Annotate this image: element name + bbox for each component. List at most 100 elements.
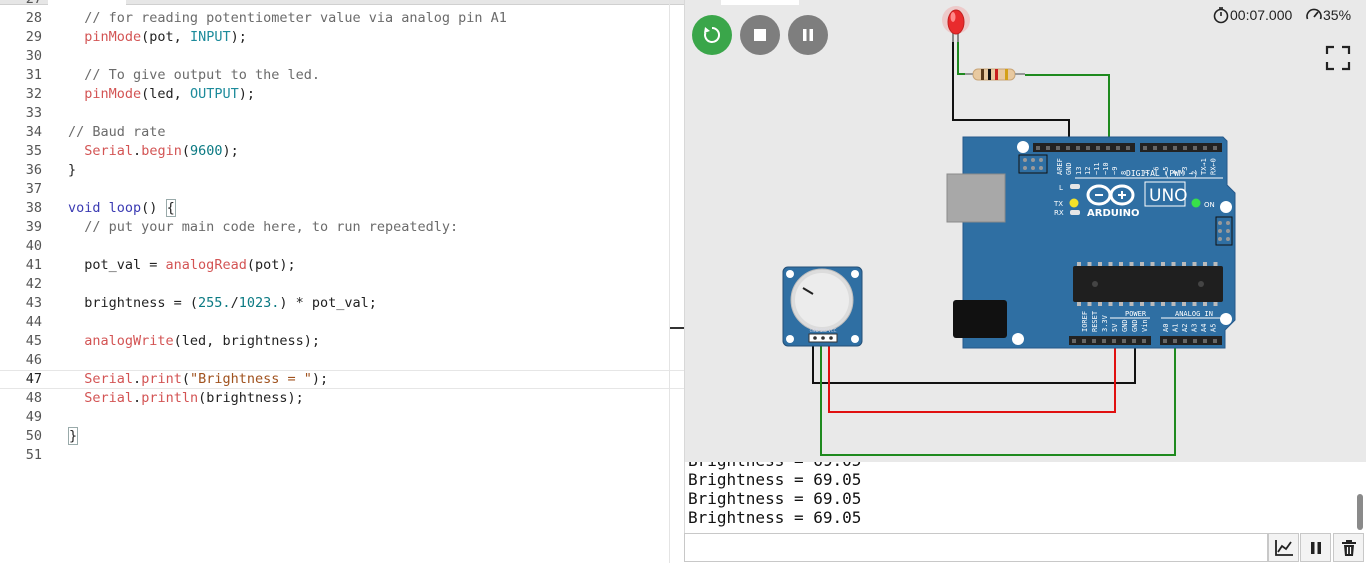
serial-line: Brightness = 69.05	[688, 470, 862, 489]
line-number: 48	[25, 390, 42, 406]
power-pin-label: 3.3V	[1101, 314, 1109, 332]
header-pin[interactable]	[1072, 339, 1076, 343]
code-line[interactable]: 27	[0, 0, 684, 9]
code-line[interactable]: 38 void loop() {	[0, 199, 684, 218]
code-line[interactable]: 44	[0, 313, 684, 332]
restart-icon	[704, 26, 721, 43]
header-pin[interactable]	[1213, 146, 1217, 150]
l-led-label: L	[1059, 184, 1063, 192]
header-pin[interactable]	[1116, 146, 1120, 150]
potentiometer-component[interactable]: GND SIG VCC	[782, 266, 863, 347]
header-pin[interactable]	[1106, 146, 1110, 150]
power-led	[1191, 198, 1201, 208]
line-number: 29	[25, 29, 42, 45]
serial-input[interactable]	[684, 533, 1268, 562]
code-line[interactable]: 34 // Baud rate	[0, 123, 684, 142]
code-line[interactable]: 49	[0, 408, 684, 427]
header-pin[interactable]	[1203, 339, 1207, 343]
wire-resistor-pin10[interactable]	[1025, 74, 1110, 146]
code-line[interactable]: 35 Serial.begin(9600);	[0, 142, 684, 161]
clear-monitor-button[interactable]	[1333, 533, 1364, 562]
header-pin[interactable]	[1122, 339, 1126, 343]
code-editor[interactable]: 2728 // for reading potentiometer value …	[0, 0, 684, 563]
uno-model-text: UNO	[1149, 186, 1188, 206]
code-line[interactable]: 32 pinMode(led, OUTPUT);	[0, 85, 684, 104]
code-line[interactable]: 28 // for reading potentiometer value vi…	[0, 9, 684, 28]
code-line[interactable]: 37	[0, 180, 684, 199]
code-text: // Baud rate	[68, 124, 166, 140]
header-pin[interactable]	[1086, 146, 1090, 150]
line-number: 33	[25, 105, 42, 121]
header-pin[interactable]	[1126, 146, 1130, 150]
stop-icon	[754, 29, 766, 41]
header-pin[interactable]	[1173, 339, 1177, 343]
code-line[interactable]: 51	[0, 446, 684, 465]
code-line[interactable]: 43 brightness = (255./1023.) * pot_val;	[0, 294, 684, 313]
header-pin[interactable]	[1036, 146, 1040, 150]
led-component[interactable]	[942, 6, 970, 42]
resistor-component[interactable]	[965, 68, 1025, 81]
code-line[interactable]: 47 Serial.print("Brightness = ");	[0, 370, 684, 389]
plotter-button[interactable]	[1268, 533, 1299, 562]
header-pin[interactable]	[1143, 146, 1147, 150]
line-number: 42	[25, 276, 42, 292]
header-pin[interactable]	[1066, 146, 1070, 150]
code-text: }	[68, 162, 77, 178]
fullscreen-icon[interactable]	[1325, 45, 1351, 71]
code-line[interactable]: 40	[0, 237, 684, 256]
header-pin[interactable]	[1193, 146, 1197, 150]
header-pin[interactable]	[1076, 146, 1080, 150]
line-number: 38	[25, 200, 42, 216]
digital-pin-label: ~6	[1153, 167, 1161, 175]
code-text: // put your main code here, to run repea…	[84, 219, 459, 235]
pause-monitor-button[interactable]	[1300, 533, 1331, 562]
code-line[interactable]: 33	[0, 104, 684, 123]
code-line[interactable]: 42	[0, 275, 684, 294]
header-pin[interactable]	[1112, 339, 1116, 343]
tx-led	[1069, 198, 1079, 208]
wire-pot-sig-a1[interactable]	[820, 340, 1176, 456]
header-pin[interactable]	[1193, 339, 1197, 343]
header-pin[interactable]	[1092, 339, 1096, 343]
serial-monitor-scrollbar[interactable]	[1357, 494, 1363, 530]
restart-button[interactable]	[692, 15, 732, 55]
header-pin[interactable]	[1056, 146, 1060, 150]
header-pin[interactable]	[1163, 146, 1167, 150]
serial-monitor-output[interactable]: Brightness = 69.05 Brightness = 69.05 Br…	[684, 462, 1366, 533]
header-pin[interactable]	[1153, 146, 1157, 150]
code-line[interactable]: 50}	[0, 427, 684, 446]
code-line[interactable]: 45 analogWrite(led, brightness);	[0, 332, 684, 351]
code-line[interactable]: 39 // put your main code here, to run re…	[0, 218, 684, 237]
wire-led-anode-resistor[interactable]	[957, 40, 967, 75]
header-pin[interactable]	[1173, 146, 1177, 150]
header-pin[interactable]	[1203, 146, 1207, 150]
header-pin[interactable]	[1046, 146, 1050, 150]
code-line[interactable]: 41 pot_val = analogRead(pot);	[0, 256, 684, 275]
code-line[interactable]: 30	[0, 47, 684, 66]
code-line[interactable]: 31 // To give output to the led.	[0, 66, 684, 85]
digital-pin-label: 13	[1075, 167, 1083, 175]
header-pin[interactable]	[1082, 339, 1086, 343]
stop-button[interactable]	[740, 15, 780, 55]
wire-led-cathode-gnd[interactable]	[952, 40, 1070, 146]
code-line[interactable]: 29 pinMode(pot, INPUT);	[0, 28, 684, 47]
code-text: pinMode(led, OUTPUT);	[84, 86, 255, 102]
header-pin[interactable]	[1213, 339, 1217, 343]
code-line[interactable]: 48 Serial.println(brightness);	[0, 389, 684, 408]
serial-line: Brightness = 69.05	[688, 489, 862, 508]
pause-simulation-button[interactable]	[788, 15, 828, 55]
arduino-board[interactable]: DIGITAL (PWM ~) 13 12 ~11 ~10 ~9 8 7 ~6 ~5 4 ~3 2 TX…	[946, 136, 1236, 349]
header-pin[interactable]	[1163, 339, 1167, 343]
digital-pin-label: 7	[1143, 171, 1151, 175]
header-pin[interactable]	[1142, 339, 1146, 343]
code-line[interactable]: 46	[0, 351, 684, 370]
simulation-canvas[interactable]: GND SIG VCC DIGITAL (PWM ~) 13 12 ~11 ~1…	[684, 0, 1366, 462]
header-pin[interactable]	[1132, 339, 1136, 343]
header-pin[interactable]	[1183, 146, 1187, 150]
wire-pot-vcc-5v[interactable]	[828, 340, 1116, 413]
header-pin[interactable]	[1102, 339, 1106, 343]
line-number: 51	[25, 447, 42, 463]
header-pin[interactable]	[1096, 146, 1100, 150]
header-pin[interactable]	[1183, 339, 1187, 343]
code-line[interactable]: 36}	[0, 161, 684, 180]
